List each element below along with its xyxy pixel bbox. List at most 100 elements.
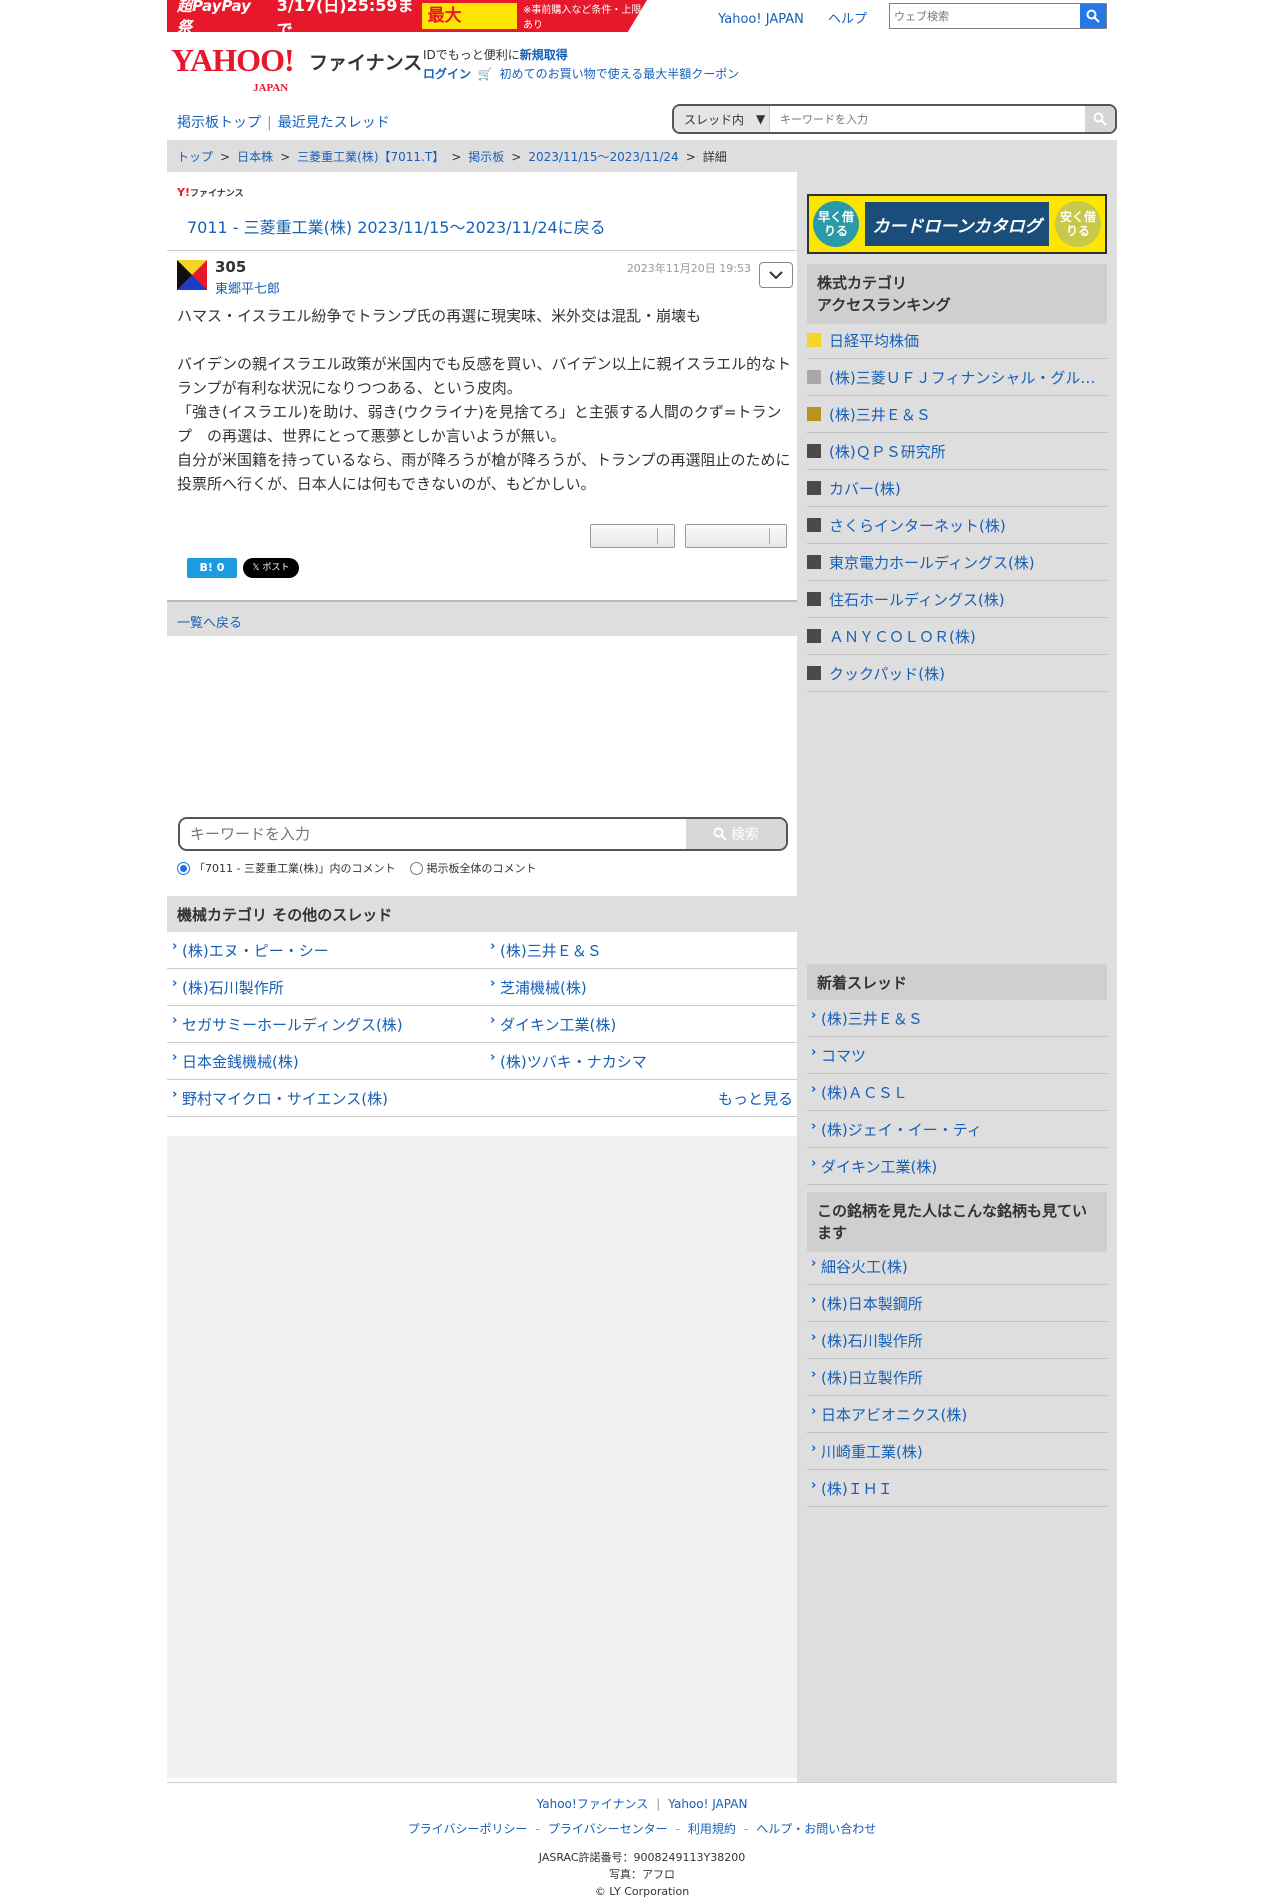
- top-bar: 超PayPay祭 3/17(日)25:59まで 最大25.5% ※事前購入など条…: [167, 0, 1117, 32]
- ranking-item-label: 東京電力ホールディングス(株): [829, 553, 1035, 572]
- also-viewed-list: 細谷火工(株)(株)日本製鋼所(株)石川製作所(株)日立製作所日本アビオニクス(…: [807, 1248, 1107, 1507]
- radio-this-stock[interactable]: [177, 861, 190, 875]
- also-viewed-link[interactable]: 日本アビオニクス(株): [807, 1396, 1107, 1433]
- search-scope-radios: 「7011 - 三菱重工業(株)」内のコメント 掲示板全体のコメント: [177, 860, 537, 876]
- thread-link[interactable]: 芝浦機械(株): [485, 976, 803, 998]
- promo-note: ※事前購入など条件・上限あり: [522, 5, 642, 31]
- coupon-link[interactable]: 初めてのお買い物で使える最大半額クーポン: [500, 67, 740, 81]
- like-button[interactable]: [590, 524, 675, 548]
- rank-marker-icon: [807, 370, 821, 384]
- promo-banner[interactable]: 超PayPay祭 3/17(日)25:59まで 最大25.5% ※事前購入など条…: [167, 0, 647, 32]
- also-viewed-link[interactable]: 川崎重工業(株): [807, 1433, 1107, 1470]
- login-link[interactable]: ログイン: [423, 67, 471, 81]
- new-thread-link[interactable]: (株)三井Ｅ＆Ｓ: [807, 1000, 1107, 1037]
- ranking-item[interactable]: さくらインターネット(株): [807, 507, 1107, 544]
- post-user-link[interactable]: 東郷平七郎: [215, 278, 280, 297]
- footer-terms-link[interactable]: 利用規約: [688, 1822, 736, 1836]
- radio-all-board[interactable]: [409, 861, 423, 875]
- ranking-item[interactable]: クックパッド(株): [807, 655, 1107, 692]
- recent-threads-link[interactable]: 最近見たスレッド: [278, 115, 390, 131]
- also-viewed-link[interactable]: (株)石川製作所: [807, 1322, 1107, 1359]
- keyword-search-input[interactable]: [180, 819, 686, 849]
- thread-link[interactable]: 野村マイクロ・サイエンス(株): [167, 1087, 485, 1109]
- thread-link[interactable]: ダイキン工業(株): [485, 1013, 803, 1035]
- sidebar: 早く借りる カードローンカタログ 安く借りる 株式カテゴリ アクセスランキング …: [797, 172, 1117, 1782]
- keyword-search-box: 検索: [178, 817, 788, 851]
- new-thread-link[interactable]: (株)ＡＣＳＬ: [807, 1074, 1107, 1111]
- thread-link[interactable]: (株)エヌ・ピー・シー: [167, 939, 485, 961]
- nav-separator: |: [267, 115, 272, 131]
- also-viewed-link[interactable]: (株)日本製鋼所: [807, 1285, 1107, 1322]
- card-loan-ad[interactable]: 早く借りる カードローンカタログ 安く借りる: [807, 194, 1107, 254]
- crumb-stock[interactable]: 三菱重工業(株)【7011.T】: [297, 150, 444, 164]
- thread-row: セガサミーホールディングス(株) ダイキン工業(株): [167, 1006, 803, 1043]
- promo-deadline: 3/17(日)25:59まで: [276, 0, 414, 39]
- post-menu-button[interactable]: [759, 262, 793, 288]
- footer-privacy-link[interactable]: プライバシーポリシー: [408, 1822, 528, 1836]
- footer-privacy-center-link[interactable]: プライバシーセンター: [548, 1822, 668, 1836]
- board-search-button[interactable]: [1085, 106, 1115, 132]
- ranking-item[interactable]: (株)三井Ｅ＆Ｓ: [807, 396, 1107, 433]
- crumb-japan-stocks[interactable]: 日本株: [237, 150, 273, 164]
- ranking-item[interactable]: 日経平均株価: [807, 322, 1107, 359]
- promo-rate: 最大25.5%: [421, 3, 517, 29]
- divider: [167, 250, 803, 251]
- crumb-board[interactable]: 掲示板: [468, 150, 504, 164]
- board-nav: 掲示板トップ | 最近見たスレッド スレッド内 ▼: [167, 104, 1117, 138]
- ranking-item[interactable]: (株)三菱ＵＦＪフィナンシャル・グループ: [807, 359, 1107, 396]
- footer: Yahoo!ファイナンス | Yahoo! JAPAN プライバシーポリシー - プライ…: [167, 1782, 1117, 1900]
- thread-link[interactable]: (株)石川製作所: [167, 976, 485, 998]
- web-search-input[interactable]: [890, 4, 1080, 28]
- rank-marker-icon: [807, 592, 821, 606]
- yahoo-japan-link[interactable]: Yahoo! JAPAN: [718, 12, 804, 27]
- new-thread-link[interactable]: (株)ジェイ・イー・ティ: [807, 1111, 1107, 1148]
- dislike-button[interactable]: [685, 524, 787, 548]
- ranking-item[interactable]: 東京電力ホールディングス(株): [807, 544, 1107, 581]
- keyword-search-button[interactable]: 検索: [686, 819, 786, 849]
- ranking-item[interactable]: ＡＮＹＣＯＬＯＲ(株): [807, 618, 1107, 655]
- search-scope-select[interactable]: スレッド内 ▼: [674, 106, 770, 132]
- board-top-link[interactable]: 掲示板トップ: [177, 115, 261, 131]
- rank-marker-icon: [807, 629, 821, 643]
- back-list-bar: 一覧へ戻る: [167, 600, 803, 636]
- x-post-button[interactable]: 𝕏 ポスト: [243, 558, 299, 578]
- board-search-input[interactable]: [770, 106, 1085, 132]
- ranking-item-label: (株)ＱＰＳ研究所: [829, 442, 946, 461]
- ranking-item[interactable]: 住石ホールディングス(株): [807, 581, 1107, 618]
- yahoo-y-icon: Y!: [177, 186, 190, 199]
- thread-link[interactable]: (株)三井Ｅ＆Ｓ: [485, 939, 803, 961]
- thread-link[interactable]: (株)ツバキ・ナカシマ: [485, 1050, 803, 1072]
- category-threads-title: 機械カテゴリ その他のスレッド: [167, 896, 803, 932]
- category-thread-list: (株)エヌ・ピー・シー (株)三井Ｅ＆Ｓ (株)石川製作所 芝浦機械(株) セガ…: [167, 932, 803, 1117]
- signup-link[interactable]: 新規取得: [520, 48, 568, 62]
- footer-finance-link[interactable]: Yahoo!ファイナンス: [537, 1797, 649, 1811]
- copyright: © LY Corporation: [594, 1885, 690, 1898]
- yahoo-logo[interactable]: YAHOO! JAPAN: [171, 44, 295, 94]
- back-to-thread-link[interactable]: 7011 - 三菱重工業(株) 2023/11/15〜2023/11/24に戻る: [187, 214, 606, 238]
- thread-link[interactable]: セガサミーホールディングス(株): [167, 1013, 485, 1035]
- new-thread-link[interactable]: ダイキン工業(株): [807, 1148, 1107, 1185]
- also-viewed-link[interactable]: (株)日立製作所: [807, 1359, 1107, 1396]
- help-link[interactable]: ヘルプ: [828, 12, 867, 27]
- footer-yahoo-link[interactable]: Yahoo! JAPAN: [668, 1797, 747, 1811]
- also-viewed-link[interactable]: 細谷火工(株): [807, 1248, 1107, 1285]
- crumb-top[interactable]: トップ: [177, 150, 213, 164]
- web-search-button[interactable]: [1080, 4, 1106, 28]
- more-threads-link[interactable]: もっと見る: [485, 1088, 803, 1109]
- service-name[interactable]: ファイナンス: [309, 48, 422, 75]
- ad-right-badge: 安く借りる: [1055, 201, 1101, 247]
- thread-link[interactable]: 日本金銭機械(株): [167, 1050, 485, 1072]
- hatena-bookmark-button[interactable]: B! 0: [187, 558, 237, 578]
- also-viewed-link[interactable]: (株)ＩＨＩ: [807, 1470, 1107, 1507]
- ranking-item[interactable]: カバー(株): [807, 470, 1107, 507]
- new-thread-link[interactable]: コマツ: [807, 1037, 1107, 1074]
- ranking-item[interactable]: (株)ＱＰＳ研究所: [807, 433, 1107, 470]
- footer-help-link[interactable]: ヘルプ・お問い合わせ: [756, 1822, 876, 1836]
- new-threads-title: 新着スレッド: [807, 964, 1107, 1000]
- also-viewed-title: この銘柄を見た人はこんな銘柄も見ています: [807, 1192, 1107, 1252]
- id-text: IDでもっと便利に: [423, 48, 520, 62]
- back-to-list-link[interactable]: 一覧へ戻る: [177, 616, 242, 631]
- chevron-down-icon: [769, 270, 783, 279]
- crumb-period[interactable]: 2023/11/15〜2023/11/24: [528, 150, 678, 164]
- ranking-item-label: 住石ホールディングス(株): [829, 590, 1005, 609]
